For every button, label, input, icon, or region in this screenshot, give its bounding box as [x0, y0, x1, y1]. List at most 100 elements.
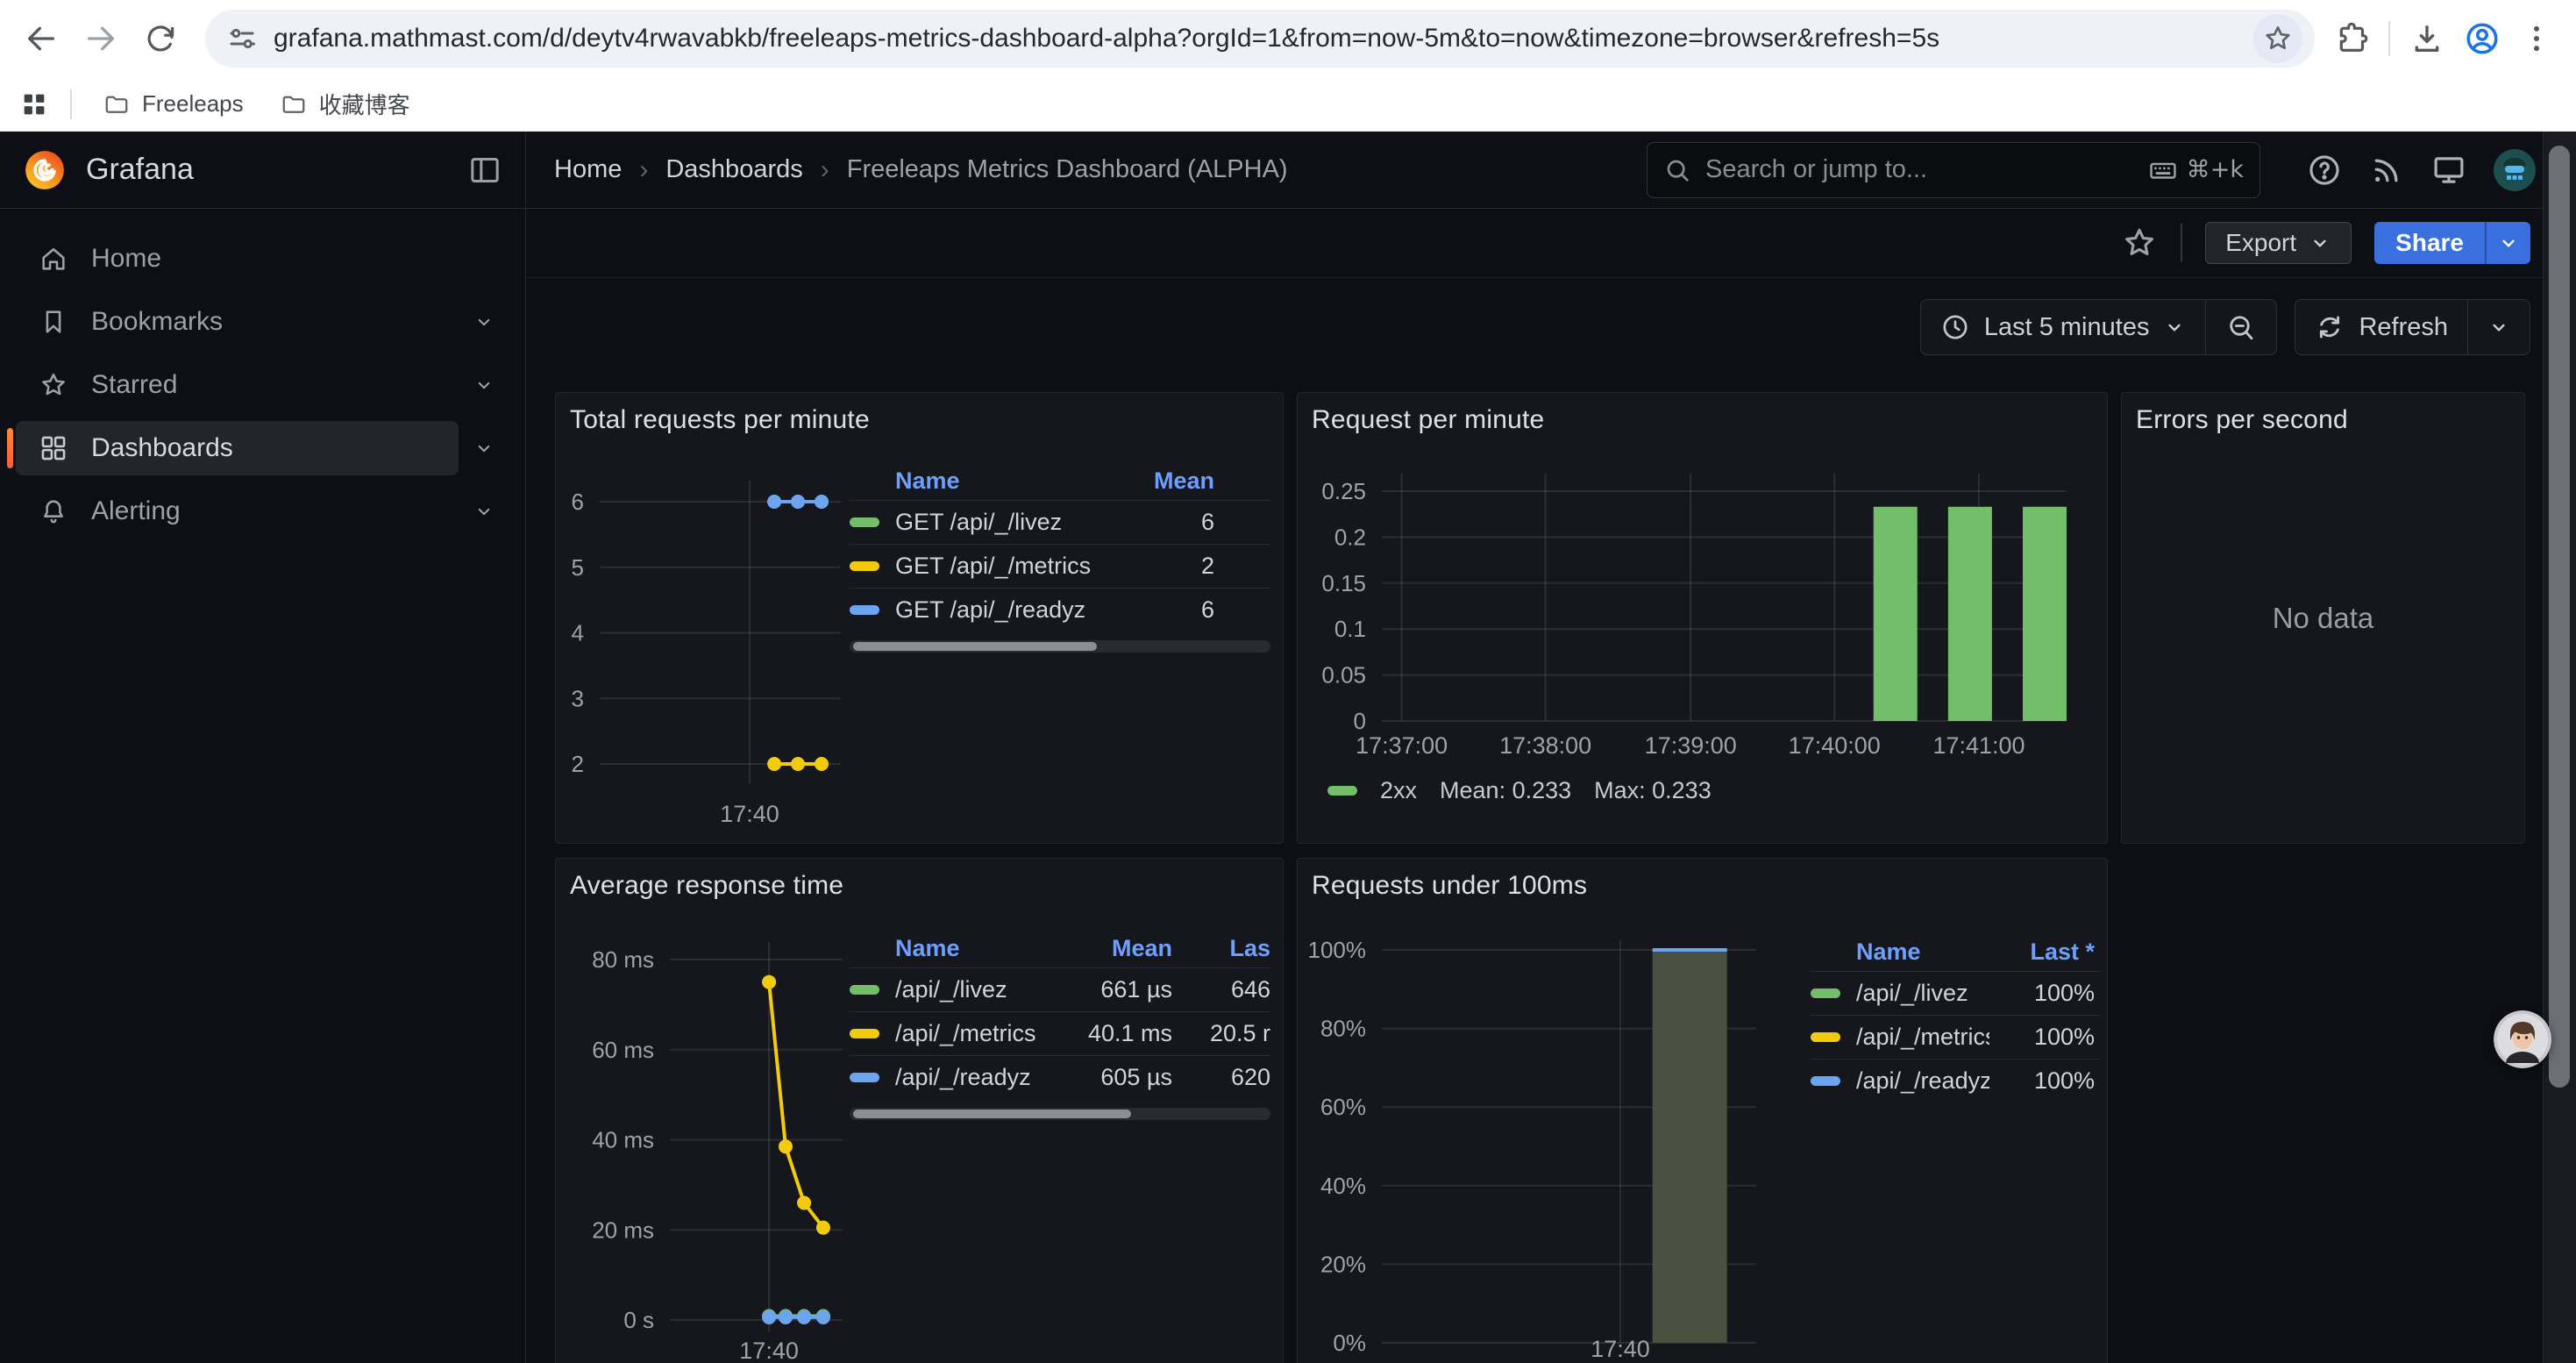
folder-icon: [281, 91, 307, 118]
legend-column-header[interactable]: Las: [1172, 935, 1270, 962]
sidebar-item-bookmarks[interactable]: Bookmarks: [16, 295, 459, 349]
series-mean-value: 40.1 ms: [1041, 1020, 1172, 1047]
legend-column-header[interactable]: Mean: [1041, 935, 1172, 962]
svg-text:0.2: 0.2: [1334, 524, 1366, 550]
time-range-button[interactable]: Last 5 minutes: [1921, 300, 2206, 354]
browser-back-button[interactable]: [16, 13, 67, 64]
legend-row[interactable]: /api/_/metrics40.1 ms20.5 r: [850, 1011, 1270, 1055]
url-text[interactable]: grafana.mathmast.com/d/deytv4rwavabkb/fr…: [274, 24, 2253, 54]
browser-menu-icon[interactable]: [2520, 22, 2553, 55]
legend-scrollbar[interactable]: [850, 640, 1270, 653]
refresh-icon: [2315, 312, 2345, 342]
legend-scrollbar-thumb[interactable]: [853, 642, 1097, 651]
series-name[interactable]: GET /api/_/livez: [895, 509, 1109, 536]
zoom-out-button[interactable]: [2205, 300, 2276, 354]
legend-row[interactable]: /api/_/metrics100%: [1811, 1015, 2100, 1059]
svg-text:3: 3: [572, 685, 584, 711]
assistant-avatar[interactable]: [2494, 1010, 2551, 1068]
monitor-icon[interactable]: [2430, 152, 2467, 189]
collapse-sidebar-icon[interactable]: [467, 153, 502, 188]
legend-column-header[interactable]: Mean: [1109, 467, 1214, 495]
legend-request-per-minute[interactable]: 2xxMean: 0.233Max: 0.233: [1327, 777, 1711, 804]
series-name[interactable]: GET /api/_/metrics: [895, 553, 1109, 580]
sidebar-item-home[interactable]: Home: [16, 232, 459, 286]
bookmark-item[interactable]: 收藏博客: [270, 82, 421, 125]
series-name[interactable]: /api/_/metrics: [1856, 1024, 1989, 1051]
legend-column-header[interactable]: Name: [850, 467, 1109, 495]
series-name[interactable]: /api/_/livez: [1856, 980, 1989, 1007]
legend-row[interactable]: /api/_/livez100%: [1811, 971, 2100, 1015]
refresh-interval-button[interactable]: [2467, 300, 2530, 354]
svg-text:0.15: 0.15: [1321, 570, 1366, 596]
bookmark-star-icon[interactable]: [2253, 14, 2302, 63]
search-input[interactable]: Search or jump to... ⌘+k: [1647, 142, 2260, 198]
chevron-down-icon: [2487, 316, 2510, 339]
legend-column-header[interactable]: Name: [1811, 938, 1989, 966]
bookmarks-bar: Freeleaps 收藏博客: [0, 77, 2576, 132]
legend-row[interactable]: /api/_/readyz100%: [1811, 1059, 2100, 1103]
chevron-down-icon: [2497, 232, 2520, 254]
legend-requests-under-100ms: NameLast */api/_/livez100%/api/_/metrics…: [1811, 932, 2100, 1103]
sidebar-item-starred[interactable]: Starred: [16, 358, 459, 412]
legend-row[interactable]: GET /api/_/readyz6: [850, 588, 1270, 632]
refresh-button[interactable]: Refresh: [2295, 300, 2467, 354]
sidebar-item-dashboards[interactable]: Dashboards: [16, 421, 459, 475]
legend-row[interactable]: /api/_/readyz605 µs620: [850, 1055, 1270, 1099]
url-bar[interactable]: grafana.mathmast.com/d/deytv4rwavabkb/fr…: [205, 10, 2315, 68]
legend-scrollbar-thumb[interactable]: [853, 1110, 1131, 1118]
brand-title: Grafana: [86, 153, 194, 187]
legend-row[interactable]: GET /api/_/livez6: [850, 500, 1270, 544]
sidebar-item-alerting[interactable]: Alerting: [16, 484, 459, 539]
breadcrumb-item[interactable]: Home: [554, 155, 622, 184]
breadcrumb-item[interactable]: Dashboards: [665, 155, 802, 184]
site-settings-icon[interactable]: [226, 23, 258, 54]
svg-text:20%: 20%: [1320, 1251, 1366, 1277]
download-icon[interactable]: [2409, 21, 2444, 56]
series-name[interactable]: /api/_/livez: [895, 976, 1041, 1003]
legend-header: NameLast *: [1811, 932, 2100, 971]
help-icon[interactable]: [2306, 152, 2343, 189]
legend-scrollbar[interactable]: [850, 1108, 1270, 1120]
dashboard-controls: Export Share: [526, 209, 2576, 278]
export-button[interactable]: Export: [2205, 222, 2352, 264]
svg-text:17:41:00: 17:41:00: [1932, 732, 2025, 759]
legend-row[interactable]: /api/_/livez661 µs646: [850, 967, 1270, 1011]
series-name[interactable]: /api/_/readyz: [895, 1064, 1041, 1091]
browser-forward-button[interactable]: [75, 13, 126, 64]
expand-starred-icon[interactable]: [459, 360, 509, 410]
share-menu-button[interactable]: [2485, 222, 2530, 264]
series-name[interactable]: /api/_/readyz: [1856, 1067, 1989, 1095]
series-last-value: 100%: [1989, 980, 2095, 1007]
chevron-down-icon: [472, 499, 496, 524]
series-name[interactable]: GET /api/_/readyz: [895, 596, 1109, 624]
series-last-value: 646: [1172, 976, 1270, 1003]
series-color-dash: [850, 1073, 879, 1082]
svg-text:80%: 80%: [1320, 1016, 1366, 1042]
svg-text:0.05: 0.05: [1321, 662, 1366, 689]
apps-grid-icon[interactable]: [19, 89, 49, 119]
expand-dashboards-icon[interactable]: [459, 423, 509, 474]
extensions-icon[interactable]: [2334, 21, 2369, 56]
bookmark-label: 收藏博客: [319, 88, 410, 120]
scrollbar-thumb[interactable]: [2549, 146, 2570, 1088]
breadcrumb-item[interactable]: Freeleaps Metrics Dashboard (ALPHA): [847, 155, 1288, 184]
expand-alerting-icon[interactable]: [459, 486, 509, 537]
legend-column-header[interactable]: Last *: [1989, 938, 2095, 966]
svg-text:80 ms: 80 ms: [592, 946, 654, 973]
series-name[interactable]: /api/_/metrics: [895, 1020, 1041, 1047]
legend-row[interactable]: GET /api/_/metrics2: [850, 544, 1270, 588]
chevron-down-icon: [472, 373, 496, 397]
bookmark-item[interactable]: Freeleaps: [93, 82, 254, 125]
favorite-star-icon[interactable]: [2121, 225, 2158, 261]
expand-bookmarks-icon[interactable]: [459, 296, 509, 347]
news-rss-icon[interactable]: [2369, 153, 2404, 188]
legend-column-header[interactable]: Name: [850, 935, 1041, 962]
bookmarks-divider: [70, 89, 72, 119]
browser-reload-button[interactable]: [135, 13, 186, 64]
bookmark-label: Freeleaps: [142, 90, 244, 118]
user-avatar[interactable]: [2494, 149, 2536, 191]
series-name[interactable]: 2xx: [1380, 777, 1417, 804]
profile-icon[interactable]: [2464, 20, 2501, 57]
share-button[interactable]: Share: [2374, 222, 2485, 264]
svg-text:17:40: 17:40: [720, 801, 779, 827]
